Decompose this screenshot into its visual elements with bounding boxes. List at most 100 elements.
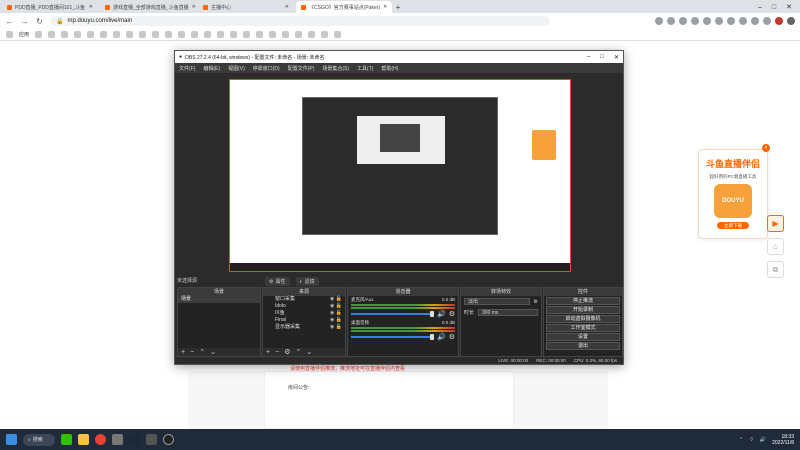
extension-icon[interactable] [691,17,699,25]
extension-icon[interactable] [667,17,675,25]
source-item[interactable]: Idolo ◉ 🔓 [263,303,345,310]
bookmark-icon[interactable] [61,31,69,38]
reload-button[interactable]: ↻ [35,17,44,26]
slider-handle[interactable] [430,311,434,317]
browser-tab-4[interactable]: 《CSGO》官方赛事站点(Paker) ✕ [296,1,392,13]
duration-input[interactable]: 300 ms [478,309,538,316]
bookmark-icon[interactable] [191,31,199,38]
chevron-up-icon[interactable]: ⌃ [739,437,743,443]
source-item[interactable]: IX鱼 ◉ 🔓 [263,310,345,317]
slider-handle[interactable] [430,334,434,340]
bookmark-icon[interactable] [48,31,56,38]
settings-button[interactable]: 设置 [546,333,620,341]
bookmark-icon[interactable] [74,31,82,38]
home-icon[interactable]: ⌂ [767,238,784,255]
obs-preview-canvas[interactable] [229,79,571,272]
bookmark-icon[interactable] [178,31,186,38]
menu-edit[interactable]: 编辑(E) [203,65,220,72]
obs-icon[interactable] [163,434,174,445]
eye-icon[interactable]: ◉ 🔓 [330,317,342,324]
speaker-icon[interactable]: 🔊 [437,333,446,341]
steam-icon[interactable] [129,434,140,445]
minimize-button[interactable]: – [587,54,590,61]
bookmark-icon[interactable] [256,31,264,38]
eye-icon[interactable]: ◉ 🔓 [330,310,342,317]
menu-scene-collection[interactable]: 场景集合(S) [322,65,349,72]
extension-icon[interactable] [679,17,687,25]
extension-icon[interactable] [751,17,759,25]
close-window-button[interactable]: ✕ [786,3,792,11]
chevron-up-icon[interactable]: ⌃ [199,348,205,356]
eye-icon[interactable]: ◉ 🔓 [330,303,342,310]
speaker-icon[interactable]: 🔊 [437,310,446,318]
bookmark-icon[interactable] [139,31,147,38]
close-icon[interactable]: ✕ [285,4,289,10]
bookmark-icon[interactable] [87,31,95,38]
add-icon[interactable]: + [181,349,185,356]
bookmark-icon[interactable] [113,31,121,38]
start-recording-button[interactable]: 开始录制 [546,306,620,314]
bookmark-icon[interactable] [217,31,225,38]
studio-mode-button[interactable]: 工作室模式 [546,324,620,332]
gear-icon[interactable]: ⚙ [449,310,455,318]
back-button[interactable]: ← [5,17,14,26]
bookmark-icon[interactable] [321,31,329,38]
bookmark-icon[interactable] [243,31,251,38]
add-icon[interactable]: + [266,349,270,356]
close-icon[interactable]: ✕ [383,4,387,10]
address-bar[interactable]: 🔒 mp.douyu.com/live/main [50,16,550,26]
properties-button[interactable]: ⚙ 属性 [265,277,290,286]
transition-select[interactable]: 淡出 [464,298,530,305]
browser-tab-1[interactable]: PDD直播_PDD直播间101_斗鱼 ✕ [2,1,98,13]
bookmark-icon[interactable] [282,31,290,38]
bookmark-icon[interactable] [152,31,160,38]
chevron-up-icon[interactable]: ⌃ [295,348,301,356]
maximize-button[interactable]: □ [772,4,776,11]
forward-button[interactable]: → [20,17,29,26]
source-item[interactable]: 窗口采集 ◉ 🔓 [263,296,345,303]
game-icon[interactable] [146,434,157,445]
menu-docks[interactable]: 停靠窗口(D) [253,65,280,72]
gear-icon[interactable]: ⚙ [534,299,538,305]
source-item[interactable]: 显示器采集 ◉ 🔓 [263,324,345,331]
extension-icon[interactable] [763,17,771,25]
remove-icon[interactable]: − [275,349,279,356]
close-window-button[interactable]: ✕ [614,54,619,61]
gear-icon[interactable]: ⚙ [449,333,455,341]
source-item[interactable]: Final ◉ 🔓 [263,317,345,324]
menu-profile[interactable]: 配置文件(P) [288,65,315,72]
close-icon[interactable]: ✕ [192,4,196,10]
bookmark-icon[interactable] [230,31,238,38]
chrome-icon[interactable] [95,434,106,445]
extension-icon[interactable] [655,17,663,25]
maximize-button[interactable]: □ [600,54,604,61]
bookmark-icon[interactable] [126,31,134,38]
bookmark-icon[interactable] [204,31,212,38]
menu-tools[interactable]: 工具(T) [357,65,373,72]
exit-button[interactable]: 退出 [546,342,620,350]
remove-icon[interactable]: − [190,349,194,356]
gear-icon[interactable]: ⚙ [284,348,290,356]
extension-icon[interactable] [727,17,735,25]
download-button[interactable]: 立即下载 [717,222,749,229]
menu-file[interactable]: 文件(F) [179,65,195,72]
wechat-icon[interactable] [61,434,72,445]
extension-icon[interactable] [739,17,747,25]
bookmark-icon[interactable] [100,31,108,38]
volume-icon[interactable]: 🔊 [760,437,766,443]
menu-view[interactable]: 视图(V) [228,65,245,72]
close-icon[interactable]: ✕ [89,4,93,10]
stop-streaming-button[interactable]: 停止推流 [546,297,620,305]
taskbar-search[interactable]: ⌕ 搜索 [23,433,55,446]
menu-help[interactable]: 帮助(H) [381,65,398,72]
menu-icon[interactable] [787,17,795,25]
bookmark-icon[interactable] [334,31,342,38]
folder-icon[interactable] [78,434,89,445]
apps-bookmark[interactable]: 应用 [19,31,29,38]
screen-share-icon[interactable]: ⧉ [767,261,784,278]
bookmark-icon[interactable] [35,31,43,38]
minimize-button[interactable]: – [758,4,762,11]
chevron-down-icon[interactable]: ⌄ [210,348,216,356]
close-icon[interactable]: × [762,144,770,152]
eye-icon[interactable]: ◉ 🔓 [330,324,342,331]
